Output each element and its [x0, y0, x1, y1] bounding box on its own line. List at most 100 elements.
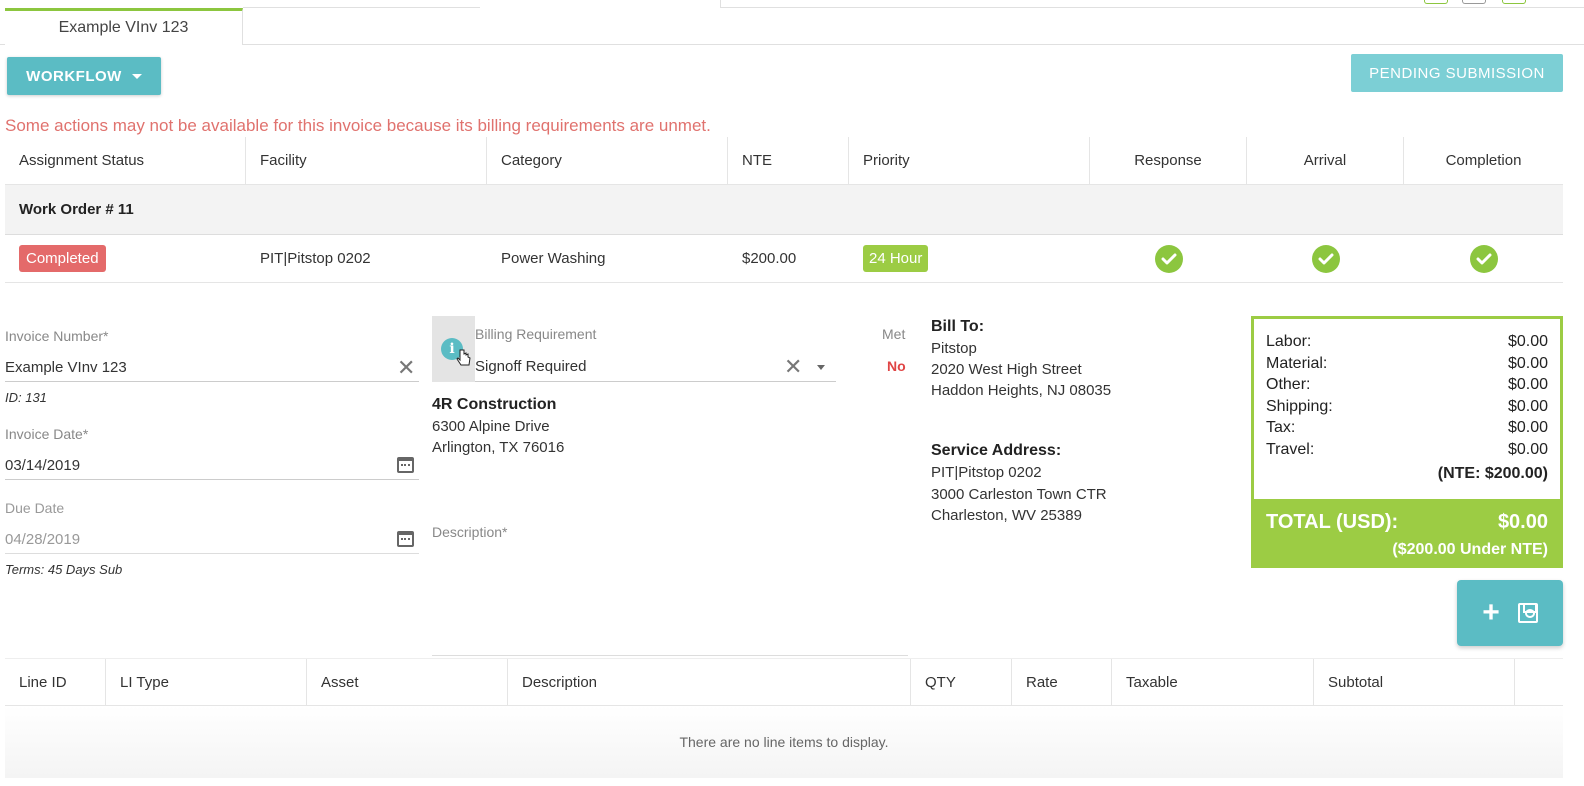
header-asset[interactable]: Asset: [307, 659, 508, 705]
hand-cursor-icon: [456, 349, 471, 366]
header-qty[interactable]: QTY: [911, 659, 1012, 705]
total-row-value: $0.00: [1507, 376, 1548, 393]
line-items-table: Line ID LI Type Asset Description QTY Ra…: [5, 658, 1563, 778]
priority-badge: 24 Hour: [863, 245, 929, 272]
terms-text: Terms: 45 Days Sub: [5, 562, 123, 577]
header-completion[interactable]: Completion: [1404, 137, 1563, 184]
total-value: $0.00: [1497, 511, 1548, 533]
arrival-cell: [1247, 235, 1404, 282]
description-field[interactable]: [432, 655, 908, 656]
total-row-value: $0.00: [1507, 397, 1548, 415]
response-cell: [1090, 235, 1247, 282]
priority-cell: 24 Hour: [849, 235, 1090, 282]
total-row-travel: Travel: $0.00: [1266, 441, 1548, 459]
header-response[interactable]: Response: [1090, 137, 1247, 184]
tab-label: Example VInv 123: [58, 19, 189, 36]
vendor-name: 4R Construction: [432, 396, 557, 413]
vendor-address-line1: 6300 Alpine Drive: [432, 418, 550, 435]
invoice-date-field[interactable]: 03/14/2019: [5, 457, 80, 474]
under-nte-text: ($200.00 Under NTE): [1392, 541, 1548, 558]
save-icon[interactable]: [1517, 603, 1538, 623]
total-row-value: $0.00: [1507, 419, 1548, 436]
total-row-shipping: Shipping: $0.00: [1266, 398, 1548, 416]
billing-warning: Some actions may not be available for th…: [5, 116, 711, 135]
calendar-icon[interactable]: [397, 531, 414, 547]
field-underline: [5, 553, 419, 554]
check-icon: [1469, 244, 1498, 273]
header-assignment-status[interactable]: Assignment Status: [5, 137, 246, 184]
met-value: No: [887, 358, 906, 374]
work-order-group[interactable]: Work Order # 11: [5, 185, 1563, 235]
category-cell: Power Washing: [501, 250, 606, 267]
field-underline: [5, 479, 419, 480]
due-date-label: Due Date: [5, 500, 65, 516]
total-row-value: $0.00: [1507, 354, 1548, 372]
billing-requirement-select[interactable]: Signoff Required: [475, 358, 586, 375]
tab-invoice[interactable]: Example VInv 123: [5, 8, 243, 45]
workflow-label: WORKFLOW: [26, 67, 122, 85]
calendar-icon[interactable]: [397, 457, 414, 473]
bill-to-name: Pitstop: [931, 340, 977, 357]
nte-cell: $200.00: [742, 250, 797, 267]
tab-divider: [243, 0, 480, 8]
table-header: Line ID LI Type Asset Description QTY Ra…: [5, 658, 1563, 706]
header-nte[interactable]: NTE: [728, 137, 849, 184]
status-badge: Completed: [19, 245, 106, 272]
billing-info-button[interactable]: i: [432, 316, 475, 382]
toolbar-icon[interactable]: [1424, 0, 1448, 4]
check-icon: [1311, 244, 1340, 273]
header-taxable[interactable]: Taxable: [1112, 659, 1314, 705]
service-address-line1: 3000 Carleston Town CTR: [931, 486, 1107, 503]
workflow-button[interactable]: WORKFLOW: [7, 57, 161, 95]
work-order-table: Assignment Status Facility Category NTE …: [5, 137, 1563, 283]
header-actions: [1515, 659, 1563, 705]
status-cell: Completed: [5, 235, 246, 282]
billing-requirement-label: Billing Requirement: [475, 326, 597, 342]
description-label: Description*: [432, 524, 508, 540]
pending-label: PENDING SUBMISSION: [1369, 64, 1545, 82]
toolbar-icon[interactable]: [1462, 0, 1486, 4]
table-row[interactable]: Completed PIT|Pitstop 0202 Power Washing…: [5, 235, 1563, 283]
total-row-label: Material:: [1266, 354, 1328, 372]
caret-down-icon: [131, 73, 142, 79]
bill-to-label: Bill To:: [931, 318, 985, 335]
total-footer: TOTAL (USD): $0.00 ($200.00 Under NTE): [1254, 499, 1560, 565]
due-date-field[interactable]: 04/28/2019: [5, 531, 80, 548]
header-facility[interactable]: Facility: [246, 137, 487, 184]
total-row-other: Other: $0.00: [1266, 376, 1548, 394]
total-label: TOTAL (USD):: [1266, 511, 1399, 533]
action-fab[interactable]: +: [1457, 580, 1563, 646]
bill-to-address-line1: 2020 West High Street: [931, 361, 1082, 378]
facility-cell: PIT|Pitstop 0202: [260, 250, 371, 267]
header-priority[interactable]: Priority: [849, 137, 1090, 184]
header-rate[interactable]: Rate: [1012, 659, 1112, 705]
header-li-type[interactable]: LI Type: [106, 659, 307, 705]
toolbar-icon[interactable]: [1502, 0, 1526, 4]
header-line-id[interactable]: Line ID: [5, 659, 106, 705]
clear-icon[interactable]: ✕: [784, 356, 802, 378]
totals-panel: Labor: $0.00 Material: $0.00 Other: $0.00 S…: [1251, 316, 1563, 568]
invoice-date-label: Invoice Date*: [5, 426, 89, 442]
invoice-id: ID: 131: [5, 390, 47, 405]
total-row-label: Travel:: [1266, 440, 1315, 458]
add-icon[interactable]: +: [1482, 598, 1500, 628]
total-row-tax: Tax: $0.00: [1266, 419, 1548, 437]
header-description[interactable]: Description: [508, 659, 911, 705]
header-arrival[interactable]: Arrival: [1247, 137, 1404, 184]
empty-state-text: There are no line items to display.: [679, 734, 889, 750]
pending-submission-button[interactable]: PENDING SUBMISSION: [1351, 54, 1563, 92]
dropdown-arrow-icon[interactable]: [817, 365, 825, 370]
grand-total: TOTAL (USD): $0.00: [1266, 511, 1548, 534]
vendor-address-line2: Arlington, TX 76016: [432, 439, 565, 456]
tab-bar: Example VInv 123: [0, 0, 1584, 45]
header-subtotal[interactable]: Subtotal: [1314, 659, 1515, 705]
total-row-label: Shipping:: [1266, 397, 1333, 415]
clear-icon[interactable]: ✕: [397, 357, 415, 379]
nte-amount: (NTE: $200.00): [1437, 465, 1548, 482]
header-category[interactable]: Category: [487, 137, 728, 184]
service-address-label: Service Address:: [931, 442, 1062, 459]
bill-to-address-line2: Haddon Heights, NJ 08035: [931, 382, 1112, 399]
invoice-number-field[interactable]: Example VInv 123: [5, 359, 127, 376]
total-row-value: $0.00: [1507, 440, 1548, 458]
total-row-label: Other:: [1266, 376, 1311, 393]
